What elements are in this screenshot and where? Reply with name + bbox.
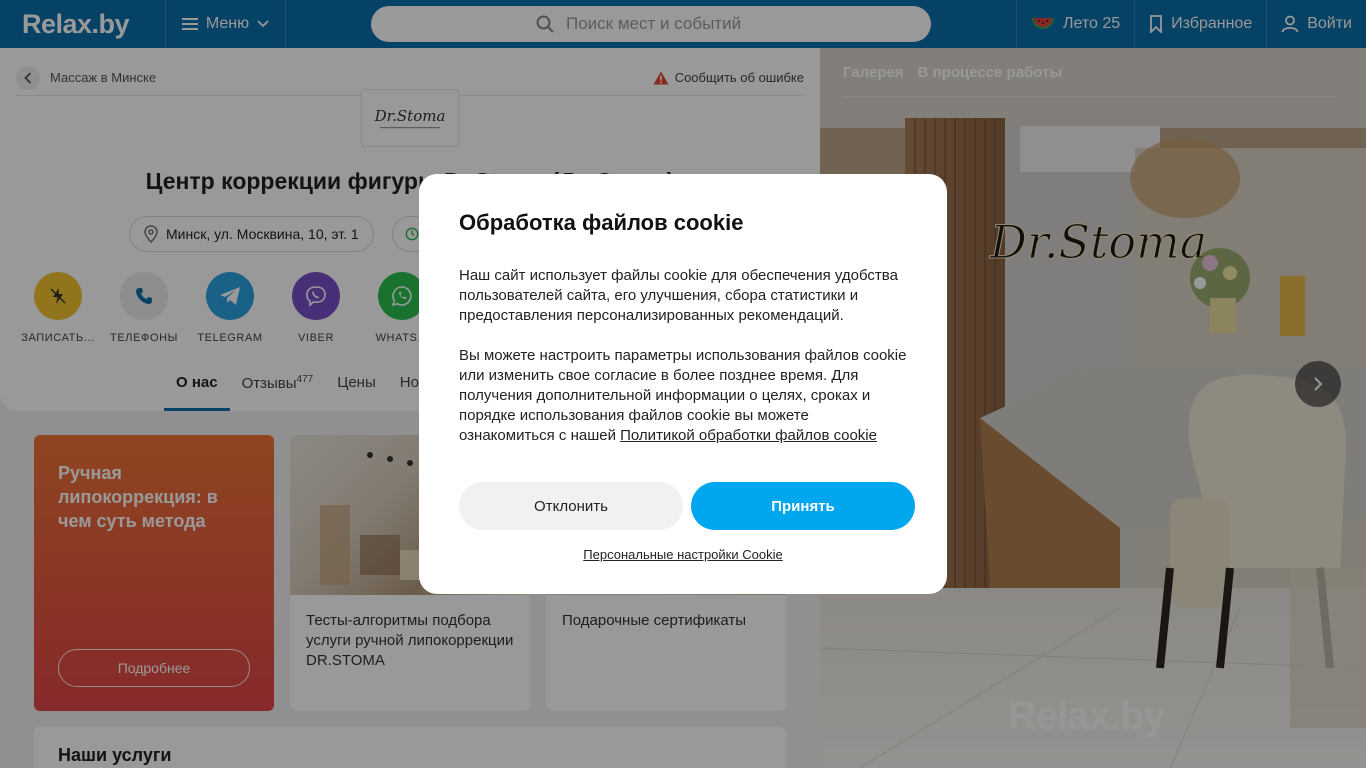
- cookie-paragraph-1: Наш сайт использует файлы cookie для обе…: [459, 267, 898, 324]
- accept-button[interactable]: Принять: [691, 482, 915, 530]
- cookie-paragraph-2: Вы можете настроить параметры использова…: [459, 346, 907, 446]
- cookie-modal-title: Обработка файлов cookie: [459, 210, 744, 235]
- cookie-policy-link[interactable]: Политикой обработки файлов cookie: [620, 427, 877, 444]
- cookie-buttons: Отклонить Принять: [459, 482, 915, 530]
- personal-cookie-settings-link[interactable]: Персональные настройки Cookie: [419, 547, 947, 562]
- cookie-modal: Обработка файлов cookie Наш сайт использ…: [419, 174, 947, 594]
- decline-button[interactable]: Отклонить: [459, 482, 683, 530]
